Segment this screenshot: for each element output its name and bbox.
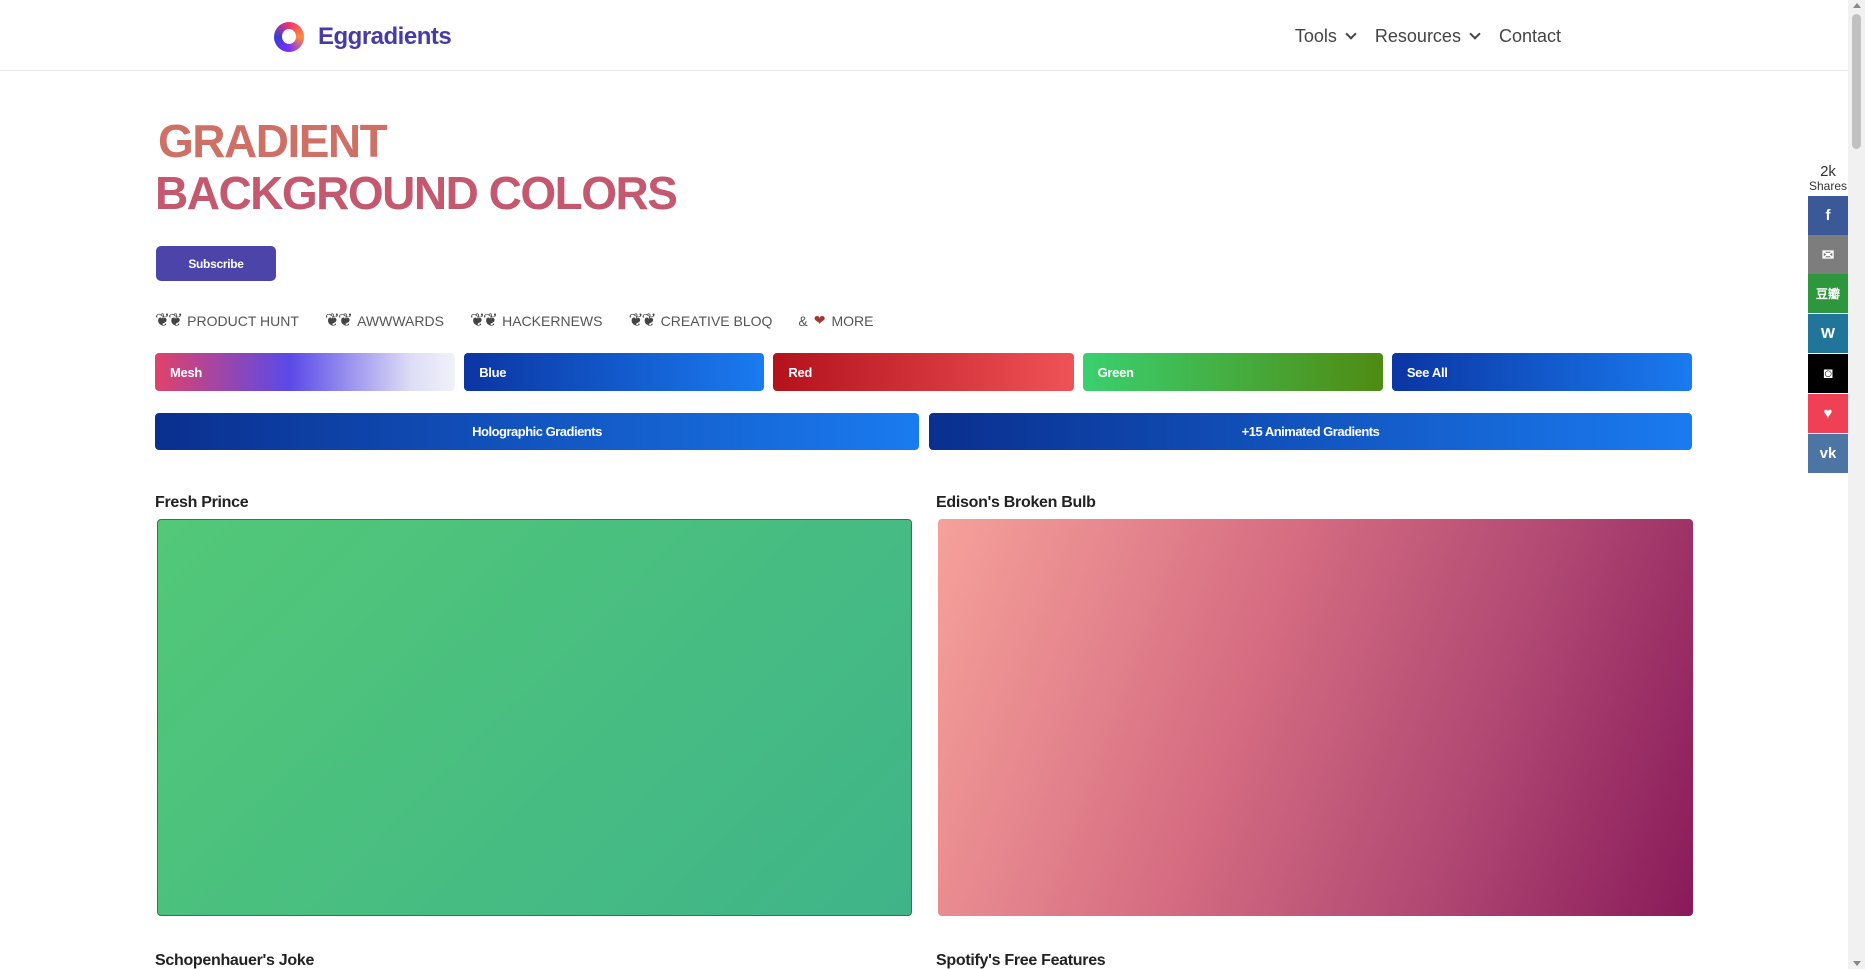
scroll-up-arrow-icon[interactable] xyxy=(1853,3,1861,8)
nav-contact-label: Contact xyxy=(1498,26,1561,46)
vk-icon: vk xyxy=(1819,445,1837,462)
category-green-button[interactable]: Green xyxy=(1082,353,1383,391)
vk-share-button[interactable]: vk xyxy=(1808,434,1848,473)
laurel-icon: ❦❦ xyxy=(628,310,656,330)
award-label: AWWWARDS xyxy=(357,312,444,329)
douban-share-button[interactable]: 豆瓣 xyxy=(1808,274,1848,313)
nav-resources[interactable]: Resources xyxy=(1374,26,1481,47)
facebook-share-button[interactable]: f xyxy=(1808,196,1848,235)
award-label: CREATIVE BLOQ xyxy=(660,312,773,329)
pocket-icon: ♥ xyxy=(1823,405,1833,422)
scrollbar-thumb[interactable] xyxy=(1852,14,1861,149)
award-creative-bloq: ❦❦ CREATIVE BLOQ xyxy=(628,310,772,331)
subscribe-button[interactable]: Subscribe xyxy=(156,246,276,281)
laurel-icon: ❦❦ xyxy=(469,310,498,330)
award-awwwards: ❦❦ AWWWARDS xyxy=(325,310,444,331)
nav-tools-label: Tools xyxy=(1294,26,1337,46)
award-more: & ❤ MORE xyxy=(798,312,873,329)
blogger-share-button[interactable]: ◙ xyxy=(1808,354,1848,393)
animated-gradients-button[interactable]: +15 Animated Gradients xyxy=(929,413,1692,450)
logo-text: Eggradients xyxy=(318,23,452,50)
award-product-hunt: ❦❦ PRODUCT HUNT xyxy=(155,310,299,331)
award-label: PRODUCT HUNT xyxy=(187,312,299,329)
laurel-icon: ❦❦ xyxy=(155,310,183,330)
scroll-down-arrow-icon[interactable] xyxy=(1853,961,1861,966)
blogger-icon: ◙ xyxy=(1823,365,1833,382)
wordpress-share-button[interactable]: W xyxy=(1808,314,1848,353)
chevron-down-icon xyxy=(1469,28,1481,40)
main-nav: Tools Resources Contact xyxy=(1295,26,1561,47)
scrollbar[interactable] xyxy=(1848,0,1865,969)
nav-resources-label: Resources xyxy=(1374,26,1461,46)
douban-icon: 豆瓣 xyxy=(1815,287,1840,301)
category-blue-button[interactable]: Blue xyxy=(464,353,765,391)
chevron-down-icon xyxy=(1345,28,1357,40)
gradient-swatch[interactable] xyxy=(157,519,912,916)
page-title-line1: GRADIENT xyxy=(158,115,388,167)
more-label: MORE xyxy=(831,312,874,329)
share-count-number: 2k xyxy=(1820,163,1836,180)
gradient-title: Fresh Prince xyxy=(155,494,249,511)
laurel-icon: ❦❦ xyxy=(324,310,353,330)
holographic-gradients-button[interactable]: Holographic Gradients xyxy=(155,413,919,450)
share-count-label: Shares xyxy=(1808,179,1848,193)
gradient-title: Spotify's Free Features xyxy=(936,952,1106,969)
gradient-title: Edison's Broken Bulb xyxy=(936,494,1096,511)
page-title-line2: BACKGROUND COLORS xyxy=(155,167,678,219)
email-share-button[interactable]: ✉ xyxy=(1808,235,1848,274)
heart-icon: ❤ xyxy=(813,312,826,328)
awards-row: ❦❦ PRODUCT HUNT ❦❦ AWWWARDS ❦❦ HACKERNEW… xyxy=(155,310,874,331)
logo[interactable]: Eggradients xyxy=(274,22,452,52)
category-red-button[interactable]: Red xyxy=(773,353,1074,391)
logo-ring-icon xyxy=(274,22,304,52)
category-see-all-button[interactable]: See All xyxy=(1391,353,1693,391)
pocket-share-button[interactable]: ♥ xyxy=(1808,394,1848,433)
gradient-title: Schopenhauer's Joke xyxy=(155,952,315,969)
nav-contact[interactable]: Contact xyxy=(1499,26,1561,47)
ampersand: & xyxy=(798,312,808,329)
site-header: Eggradients Tools Resources Contact xyxy=(0,0,1848,71)
facebook-icon: f xyxy=(1825,207,1831,224)
award-label: HACKERNEWS xyxy=(502,312,603,329)
gradient-swatch[interactable] xyxy=(938,519,1693,916)
email-icon: ✉ xyxy=(1821,246,1835,264)
wordpress-icon: W xyxy=(1820,325,1836,342)
award-hackernews: ❦❦ HACKERNEWS xyxy=(470,310,603,331)
share-count: 2k Shares xyxy=(1808,163,1848,193)
nav-tools[interactable]: Tools xyxy=(1294,26,1357,47)
category-mesh-button[interactable]: Mesh xyxy=(155,353,456,391)
category-buttons: Mesh Blue Red Green See All xyxy=(155,353,1693,391)
